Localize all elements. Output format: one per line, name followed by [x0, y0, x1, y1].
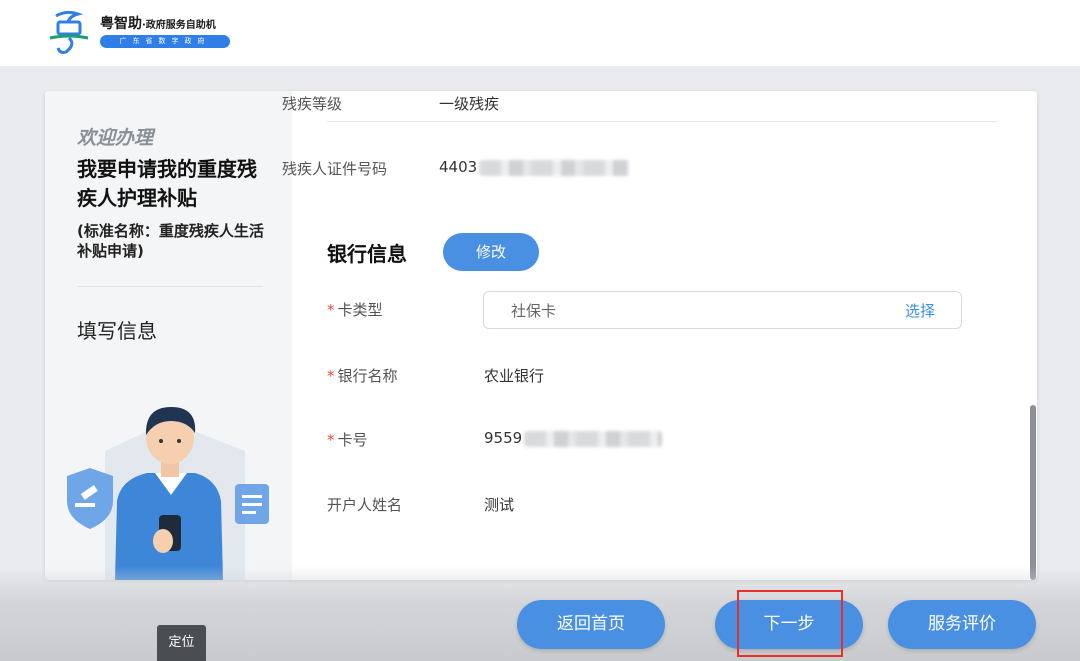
card-type-value: 社保卡: [511, 302, 557, 320]
required-mark: *: [327, 301, 335, 319]
service-title: 我要申请我的重度残疾人护理补贴: [77, 157, 257, 210]
id-number-label: 残疾人证件号码: [282, 160, 388, 178]
service-info-panel: 欢迎办理 我要申请我的重度残疾人护理补贴 (标准名称：重度残疾人生活补贴申请) …: [45, 91, 292, 580]
required-mark: *: [327, 367, 335, 385]
panel-divider: [77, 286, 263, 287]
document-icon: [235, 484, 269, 524]
standard-name: (标准名称：重度残疾人生活补贴申请): [77, 222, 264, 260]
required-mark: *: [327, 431, 335, 449]
current-step-label: 填写信息: [77, 319, 157, 343]
brand-name: 粤智助: [100, 16, 142, 32]
form-panel: [292, 91, 1037, 580]
card-number-value: 9559: [484, 429, 663, 447]
card-number-label: * 卡号: [327, 429, 368, 450]
brand-title: 粤智助·政府服务自助机: [100, 13, 216, 33]
disability-level-value: 一级残疾: [439, 95, 500, 113]
brand-subtitle: ·政府服务自助机: [142, 20, 216, 31]
welcome-text: 欢迎办理: [77, 127, 154, 149]
card-type-label: * 卡类型: [327, 299, 383, 320]
id-number-value: 4403: [439, 158, 630, 176]
card-type-select[interactable]: 社保卡 选择: [483, 291, 962, 329]
disability-level-label: 残疾等级: [282, 95, 343, 113]
service-person-illustration: [67, 407, 269, 580]
form-scrollbar[interactable]: [1030, 405, 1036, 580]
service-rating-button[interactable]: 服务评价: [888, 600, 1036, 649]
account-name-value: 测试: [484, 496, 515, 514]
card-number-label-text: 卡号: [337, 431, 368, 449]
card-number-visible: 9559: [484, 429, 523, 447]
account-name-label: 开户人姓名: [327, 496, 403, 514]
bank-section-title: 银行信息: [327, 242, 407, 266]
next-step-button[interactable]: 下一步: [715, 600, 863, 649]
edit-bank-button[interactable]: 修改: [443, 233, 539, 271]
bank-name-label: * 银行名称: [327, 365, 398, 386]
redacted-mask: [524, 430, 663, 447]
yue-logo-icon: [49, 10, 89, 54]
brand-badge: 广东省数字政府: [100, 35, 230, 48]
section-divider: [327, 121, 997, 122]
id-number-visible: 4403: [439, 158, 478, 176]
bank-name-value: 农业银行: [484, 367, 545, 385]
back-home-button[interactable]: 返回首页: [517, 600, 665, 649]
locate-button[interactable]: 定位: [157, 625, 206, 661]
redacted-mask: [479, 159, 630, 176]
card-type-choose-link[interactable]: 选择: [905, 300, 935, 321]
bank-name-label-text: 银行名称: [337, 367, 398, 385]
card-type-label-text: 卡类型: [337, 301, 383, 319]
top-header: 粤智助·政府服务自助机 广东省数字政府: [0, 0, 1080, 66]
